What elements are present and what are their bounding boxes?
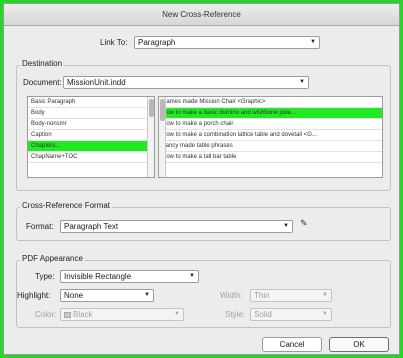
style-label: Style: <box>225 310 246 319</box>
style-value: Solid <box>254 310 272 319</box>
list-item[interactable]: Basic Paragraph <box>28 97 154 108</box>
list-item[interactable]: Body <box>28 108 154 119</box>
format-group-title: Cross-Reference Format <box>20 201 113 210</box>
pencil-icon[interactable]: ✎ <box>300 218 308 229</box>
list-item-selected[interactable]: How to make a basic domino and wishbone … <box>159 108 382 119</box>
color-swatch <box>64 311 71 318</box>
document-select[interactable]: MissionUnit.indd ▼ <box>63 76 309 89</box>
ok-button[interactable]: OK <box>329 337 389 352</box>
styles-scrollbar[interactable] <box>147 97 154 177</box>
highlight-label: Highlight: <box>17 291 51 300</box>
chevron-down-icon: ▼ <box>310 39 316 45</box>
chevron-down-icon: ▼ <box>299 79 305 85</box>
paragraph-styles-list[interactable]: Basic Paragraph Body Body-nonsmr Caption… <box>27 96 155 178</box>
format-value: Paragraph Text <box>64 222 119 231</box>
chevron-down-icon: ▼ <box>144 292 150 298</box>
highlight-select[interactable]: None ▼ <box>60 289 154 302</box>
list-item[interactable]: How to make a tall bar table <box>159 152 382 163</box>
scrollbar-thumb[interactable] <box>149 99 154 117</box>
color-value: Black <box>73 310 93 319</box>
list-item-selected[interactable]: Chapters... <box>28 141 154 152</box>
width-value: Thin <box>254 291 270 300</box>
chevron-down-icon: ▼ <box>322 311 328 317</box>
format-select[interactable]: Paragraph Text ▼ <box>60 220 293 233</box>
dialog-title: New Cross-Reference <box>4 4 399 26</box>
document-value: MissionUnit.indd <box>67 78 126 87</box>
paragraph-text-list[interactable]: Names made Mission Chair <Graphic> How t… <box>158 96 383 178</box>
list-item[interactable]: How to make a porch chair <box>159 119 382 130</box>
list-item[interactable]: Names made Mission Chair <Graphic> <box>159 97 382 108</box>
link-to-label: Link To: <box>100 38 128 47</box>
chevron-down-icon: ▼ <box>322 292 328 298</box>
chevron-down-icon: ▼ <box>283 223 289 229</box>
list-item[interactable]: Caption <box>28 130 154 141</box>
type-value: Invisible Rectangle <box>64 272 132 281</box>
chevron-down-icon: ▼ <box>174 311 180 317</box>
width-label: Width: <box>220 291 243 300</box>
format-label: Format: <box>26 222 54 231</box>
style-select[interactable]: Solid ▼ <box>250 308 332 321</box>
link-to-value: Paragraph <box>138 38 176 47</box>
destination-group-title: Destination <box>20 59 65 68</box>
pdf-appearance-group-title: PDF Appearance <box>20 254 85 263</box>
list-item[interactable]: Fancy made table phrases <box>159 141 382 152</box>
type-select[interactable]: Invisible Rectangle ▼ <box>60 270 199 283</box>
scrollbar-thumb[interactable] <box>160 99 165 121</box>
color-select[interactable]: Black ▼ <box>60 308 184 321</box>
list-item[interactable]: How to make a combination lattice table … <box>159 130 382 141</box>
color-label: Color: <box>35 310 57 319</box>
new-cross-reference-dialog: New Cross-Reference Link To: Paragraph ▼… <box>3 3 400 355</box>
link-to-select[interactable]: Paragraph ▼ <box>134 36 320 49</box>
paragraphs-scrollbar[interactable] <box>159 97 166 177</box>
document-label: Document: <box>23 78 62 87</box>
type-label: Type: <box>35 272 55 281</box>
chevron-down-icon: ▼ <box>189 273 195 279</box>
cancel-button[interactable]: Cancel <box>262 337 322 352</box>
width-select[interactable]: Thin ▼ <box>250 289 332 302</box>
highlight-value: None <box>64 291 84 300</box>
list-item[interactable]: Body-nonsmr <box>28 119 154 130</box>
list-item[interactable]: ChapName+TOC <box>28 152 154 163</box>
